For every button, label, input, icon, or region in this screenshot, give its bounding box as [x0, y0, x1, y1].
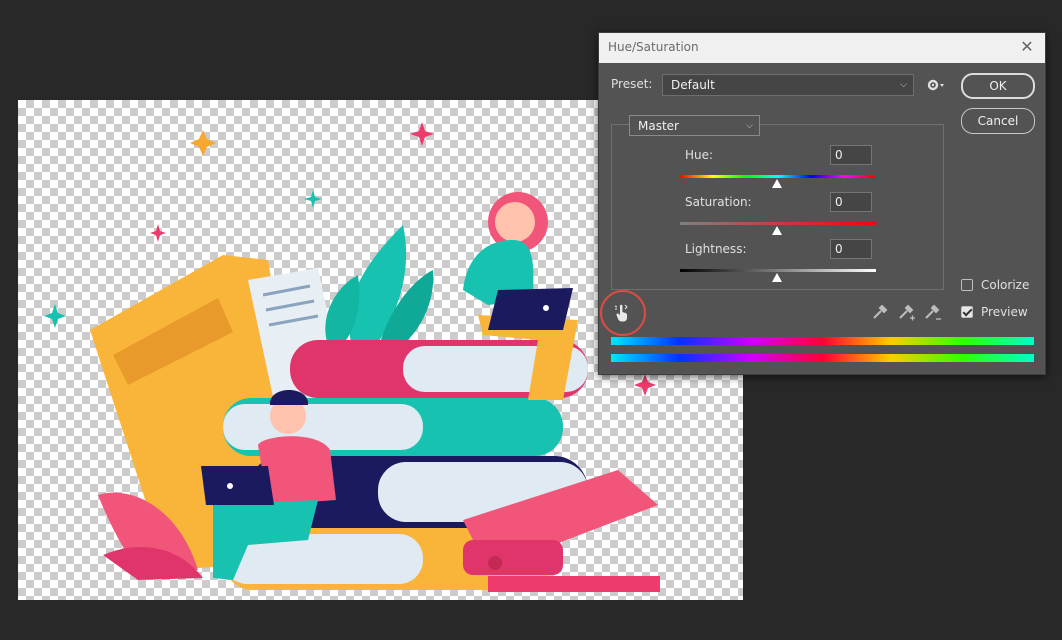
- source-color-bar: [611, 337, 1034, 345]
- preset-select[interactable]: Default ⌵: [662, 74, 914, 96]
- saturation-slider-track[interactable]: [680, 222, 876, 225]
- gear-icon[interactable]: [926, 77, 946, 93]
- preview-label: Preview: [981, 305, 1028, 319]
- targeted-adjustment-hand-icon[interactable]: [614, 303, 632, 323]
- cancel-button[interactable]: Cancel: [961, 108, 1035, 134]
- saturation-label: Saturation:: [685, 195, 752, 209]
- lightness-field[interactable]: 0: [830, 239, 872, 259]
- hue-field[interactable]: 0: [830, 145, 872, 165]
- dialog-titlebar[interactable]: Hue/Saturation ✕: [599, 33, 1045, 63]
- chevron-down-icon: ⌵: [746, 121, 753, 131]
- lightness-slider-track[interactable]: [680, 269, 876, 272]
- colorize-checkbox[interactable]: [961, 279, 973, 291]
- channel-select[interactable]: Master ⌵: [629, 115, 760, 136]
- preview-checkbox[interactable]: [961, 306, 973, 318]
- preset-value: Default: [671, 78, 715, 92]
- adjustment-group: [611, 124, 944, 290]
- saturation-slider-thumb[interactable]: [772, 226, 782, 235]
- hue-slider-track[interactable]: [680, 175, 876, 178]
- lightness-slider-thumb[interactable]: [772, 273, 782, 282]
- channel-value: Master: [638, 119, 679, 133]
- colorize-label: Colorize: [981, 278, 1030, 292]
- dialog-title: Hue/Saturation: [608, 40, 699, 54]
- saturation-field[interactable]: 0: [830, 192, 872, 212]
- ok-button[interactable]: OK: [961, 73, 1035, 99]
- eyedropper-plus-icon[interactable]: [897, 303, 917, 323]
- preset-label: Preset:: [611, 77, 653, 91]
- eyedropper-minus-icon[interactable]: [923, 303, 943, 323]
- hue-slider-thumb[interactable]: [772, 179, 782, 188]
- close-icon[interactable]: ✕: [1017, 37, 1037, 57]
- eyedropper-icon[interactable]: [871, 303, 889, 321]
- hue-saturation-dialog: Hue/Saturation ✕ Preset: Default ⌵ OK Ca…: [598, 32, 1046, 375]
- chevron-down-icon: ⌵: [900, 80, 907, 90]
- hue-label: Hue:: [685, 148, 714, 162]
- result-color-bar: [611, 354, 1034, 362]
- lightness-label: Lightness:: [685, 242, 747, 256]
